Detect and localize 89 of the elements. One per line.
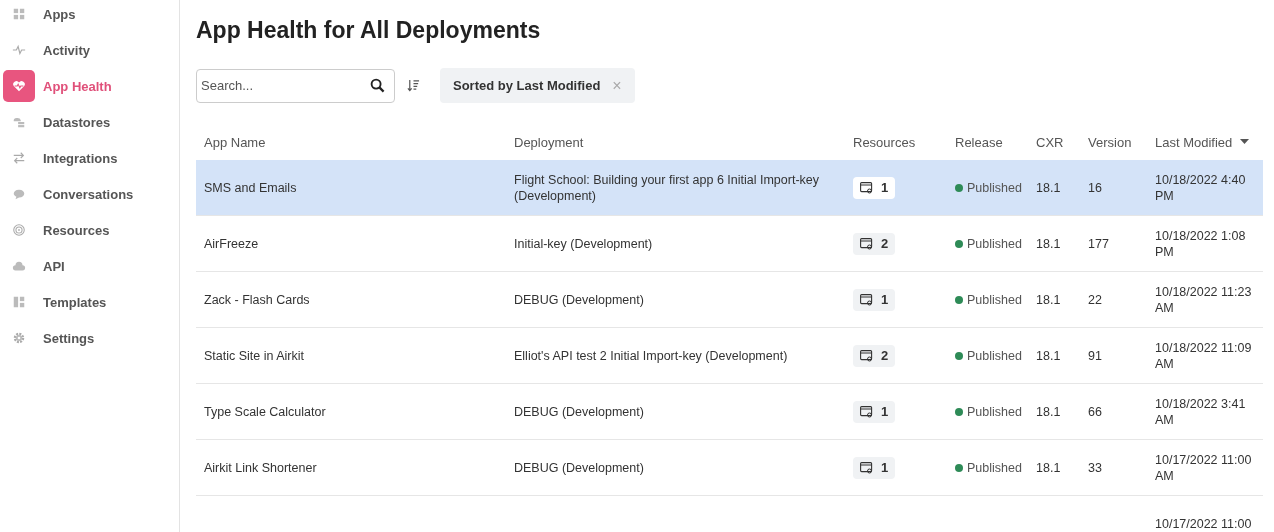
target-icon	[12, 223, 26, 237]
sidebar-item[interactable]: Settings	[3, 320, 179, 356]
column-header[interactable]: Resources	[853, 134, 916, 150]
release-status: Published	[967, 179, 1022, 196]
app-name-text: Static Site in Airkit	[204, 347, 305, 364]
cxr-text: 18.1	[1036, 347, 1061, 364]
window-link-icon	[860, 181, 873, 194]
last-modified-text: 10/18/2022 3:41 AM	[1155, 395, 1247, 428]
deployment-text: Flight School: Building your first app 6 Initial Import-key (Development)	[514, 171, 820, 204]
cxr-text: 18.1	[1036, 235, 1061, 252]
window-link-icon	[860, 293, 873, 306]
settings-icon	[12, 331, 26, 345]
sidebar-item[interactable]: App Health	[3, 68, 179, 104]
table-row-cell[interactable]: SMS and Emails	[196, 160, 506, 216]
sidebar-item[interactable]: API	[3, 248, 179, 284]
window-link-icon	[860, 237, 873, 250]
column-header[interactable]: App Name	[204, 134, 266, 150]
last-modified-text: 10/17/2022 11:00 AM	[1155, 451, 1253, 484]
app-name-text: Type Scale Calculator	[204, 403, 326, 420]
release-status: Published	[967, 459, 1022, 476]
deployment-text: DEBUG (Development)	[514, 459, 644, 476]
deployment-text: Elliot's API test 2 Initial Import-key (Development)	[514, 347, 788, 364]
resources-badge[interactable]: 2	[853, 232, 896, 255]
page-title: App Health for All Deployments	[196, 17, 542, 44]
cxr-text: 18.1	[1036, 403, 1061, 420]
table-row-cell[interactable]: Zack - Flash Cards	[196, 272, 506, 328]
sort-icon[interactable]	[407, 79, 420, 92]
column-header[interactable]: Deployment	[514, 134, 584, 150]
version-text: 177	[1088, 235, 1109, 252]
window-link-icon	[860, 349, 873, 362]
grid-icon	[12, 7, 26, 21]
resources-badge[interactable]: 1	[853, 288, 896, 311]
deployment-text: DEBUG (Development)	[514, 403, 644, 420]
app-name-text: AirFreeze	[204, 235, 259, 252]
app-name-text: Zack - Flash Cards	[204, 291, 310, 308]
database-icon	[12, 115, 26, 129]
sort-descending-icon[interactable]	[1240, 139, 1250, 145]
deployment-text: Initial-key (Development)	[514, 235, 653, 252]
version-text: 16	[1088, 179, 1102, 196]
window-link-icon	[860, 405, 873, 418]
release-status: Published	[967, 347, 1022, 364]
deployment-text: DEBUG (Development)	[514, 291, 644, 308]
table-row-cell[interactable]: AirFreeze	[196, 216, 506, 272]
column-header[interactable]: Last Modified	[1155, 134, 1233, 150]
layout-icon	[12, 295, 26, 309]
last-modified-text: 10/17/2022 11:00	[1155, 516, 1252, 532]
sidebar-item[interactable]: Templates	[3, 284, 179, 320]
column-header[interactable]: Version	[1088, 134, 1132, 150]
version-text: 66	[1088, 403, 1102, 420]
table-row-cell[interactable]: Type Scale Calculator	[196, 384, 506, 440]
column-header[interactable]: CXR	[1036, 134, 1064, 150]
cxr-text: 18.1	[1036, 459, 1061, 476]
swap-arrows-icon	[12, 151, 26, 165]
release-status: Published	[967, 403, 1022, 420]
app-name-text: SMS and Emails	[204, 179, 297, 196]
last-modified-text: 10/18/2022 11:23 AM	[1155, 283, 1253, 316]
last-modified-text: 10/18/2022 11:09 AM	[1155, 339, 1253, 372]
window-link-icon	[860, 461, 873, 474]
sidebar-item[interactable]: Conversations	[3, 176, 179, 212]
cloud-icon	[12, 259, 26, 273]
resources-badge[interactable]: 1	[853, 176, 896, 199]
sidebar-item[interactable]: Datastores	[3, 104, 179, 140]
sidebar-item[interactable]: Activity	[3, 32, 179, 68]
resources-badge[interactable]: 1	[853, 400, 896, 423]
release-status: Published	[967, 291, 1022, 308]
column-header[interactable]: Release	[955, 134, 1003, 150]
version-text: 33	[1088, 459, 1102, 476]
resources-badge[interactable]: 1	[853, 456, 896, 479]
chat-bubble-icon	[12, 187, 26, 201]
release-status: Published	[967, 235, 1022, 252]
sort-chip-label: Sorted by Last Modified	[453, 78, 601, 93]
last-modified-text: 10/18/2022 4:40 PM	[1155, 171, 1247, 204]
version-text: 91	[1088, 347, 1102, 364]
cxr-text: 18.1	[1036, 179, 1061, 196]
search-icon[interactable]	[370, 77, 385, 93]
table-row-cell[interactable]: Airkit Link Shortener	[196, 440, 506, 496]
sidebar-item[interactable]: Resources	[3, 212, 179, 248]
heart-icon	[12, 79, 26, 93]
search-field[interactable]: Search...	[196, 68, 395, 103]
cxr-text: 18.1	[1036, 291, 1061, 308]
version-text: 22	[1088, 291, 1102, 308]
pulse-icon	[12, 43, 26, 57]
last-modified-text: 10/18/2022 1:08 PM	[1155, 227, 1247, 260]
sidebar-item[interactable]: Apps	[3, 0, 179, 32]
sidebar-item[interactable]: Integrations	[3, 140, 179, 176]
table-row-cell[interactable]: 10/17/2022 11:00	[1147, 496, 1263, 532]
app-name-text: Airkit Link Shortener	[204, 459, 317, 476]
resources-badge[interactable]: 2	[853, 344, 896, 367]
table-row-cell[interactable]: Static Site in Airkit	[196, 328, 506, 384]
